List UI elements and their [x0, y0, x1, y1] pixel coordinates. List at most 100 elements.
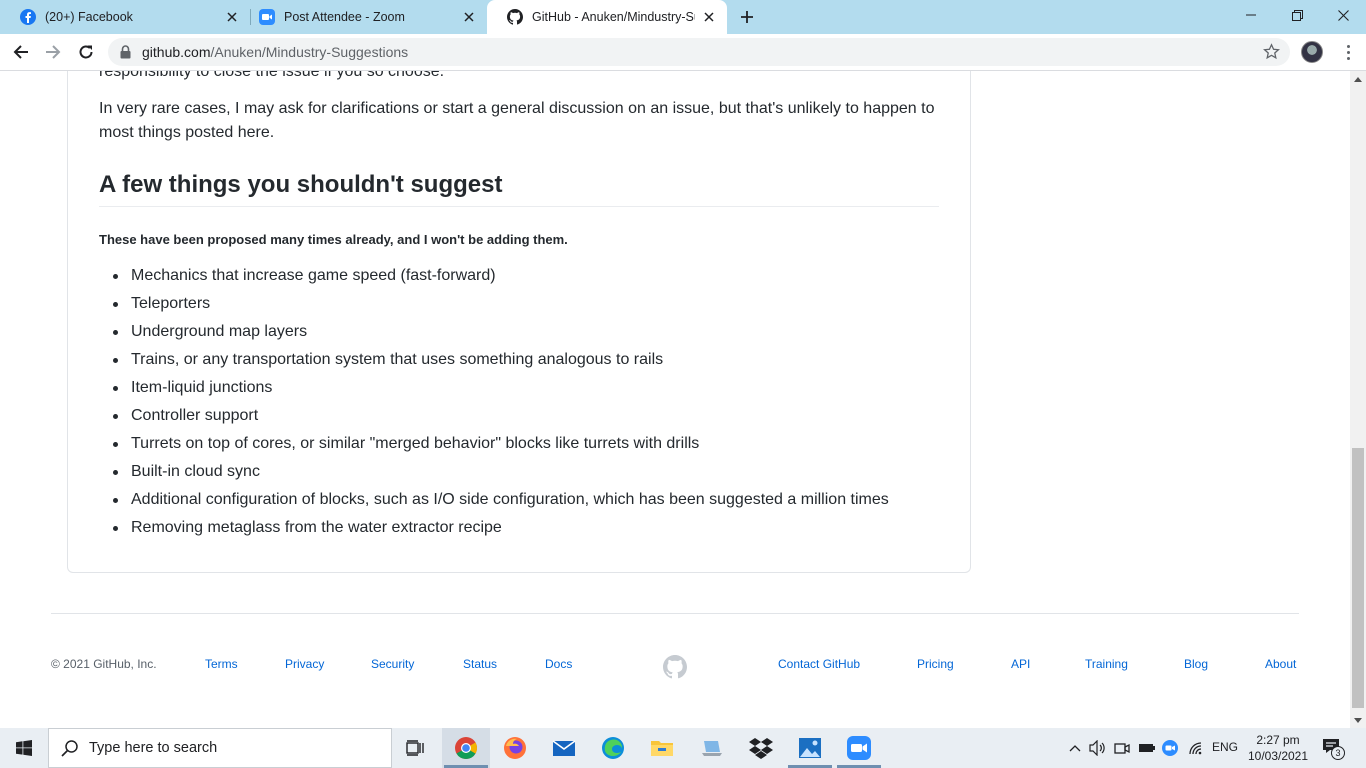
wifi-icon	[1189, 742, 1202, 755]
taskbar-chrome[interactable]	[442, 728, 490, 768]
github-icon	[507, 9, 523, 25]
close-icon	[1337, 9, 1349, 21]
footer-link-terms[interactable]: Terms	[205, 657, 238, 671]
list-item: Turrets on top of cores, or similar "mer…	[99, 430, 889, 458]
windows-logo-icon	[16, 740, 32, 756]
lock-icon[interactable]	[120, 45, 131, 59]
clock-time: 2:27 pm	[1256, 733, 1300, 747]
page-scrollbar[interactable]	[1350, 71, 1366, 728]
chevron-up-icon	[1069, 745, 1081, 752]
facebook-icon	[20, 9, 36, 25]
battery-button[interactable]	[1136, 728, 1158, 768]
notification-center-button[interactable]: 3	[1322, 738, 1345, 760]
bookmark-star-icon[interactable]	[1263, 43, 1280, 60]
arrow-left-icon	[13, 45, 28, 59]
tray-zoom[interactable]	[1160, 728, 1180, 768]
zoom-icon	[259, 9, 275, 25]
taskbar-mail[interactable]	[540, 728, 588, 768]
show-hidden-icons-button[interactable]	[1066, 728, 1084, 768]
volume-button[interactable]	[1088, 728, 1108, 768]
dropbox-icon	[749, 738, 773, 759]
footer-link-pricing[interactable]: Pricing	[917, 657, 954, 671]
taskbar-dropbox[interactable]	[737, 728, 785, 768]
photos-icon	[799, 738, 821, 758]
dot	[1346, 56, 1350, 60]
plus-icon	[741, 11, 753, 23]
taskbar-edge[interactable]	[589, 728, 637, 768]
new-tab-button[interactable]	[737, 7, 757, 27]
footer-link-security[interactable]: Security	[371, 657, 414, 671]
taskbar-photos[interactable]	[786, 728, 834, 768]
close-tab-icon[interactable]	[461, 9, 477, 25]
browser-menu-button[interactable]	[1338, 42, 1358, 62]
laptop-icon	[702, 741, 722, 756]
list-item: Removing metaglass from the water extrac…	[99, 514, 889, 542]
taskbar-zoom[interactable]	[835, 728, 883, 768]
triangle-up-icon	[1354, 76, 1362, 82]
dot	[1346, 44, 1350, 48]
zoom-icon	[847, 736, 871, 760]
footer-link-docs[interactable]: Docs	[545, 657, 572, 671]
system-clock[interactable]: 2:27 pm 10/03/2021	[1244, 732, 1312, 764]
restore-button[interactable]	[1274, 0, 1320, 30]
footer-link-privacy[interactable]: Privacy	[285, 657, 324, 671]
scroll-down-button[interactable]	[1350, 712, 1366, 728]
battery-icon	[1139, 744, 1155, 752]
close-window-button[interactable]	[1320, 0, 1366, 30]
site-footer: © 2021 GitHub, Inc. Terms Privacy Securi…	[51, 655, 1299, 679]
list-item: Controller support	[99, 402, 889, 430]
camera-icon	[1114, 743, 1130, 754]
minimize-icon	[1246, 14, 1256, 16]
list-item: Underground map layers	[99, 318, 889, 346]
tab-github[interactable]: GitHub - Anuken/Mindustry-Sugg	[487, 0, 727, 34]
footer-link-contact[interactable]: Contact GitHub	[778, 657, 860, 671]
taskbar-search-box[interactable]: Type here to search	[48, 728, 392, 768]
list-item: Additional configuration of blocks, such…	[99, 486, 889, 514]
minimize-button[interactable]	[1228, 0, 1274, 30]
footer-copyright: © 2021 GitHub, Inc.	[51, 657, 157, 671]
forward-button[interactable]	[40, 40, 66, 64]
tab-title: GitHub - Anuken/Mindustry-Sugg	[532, 10, 695, 24]
close-tab-icon[interactable]	[701, 9, 717, 25]
scroll-up-button[interactable]	[1350, 71, 1366, 87]
task-view-button[interactable]	[392, 728, 440, 768]
input-language[interactable]: ENG	[1212, 740, 1238, 754]
taskbar-laptop-app[interactable]	[688, 728, 736, 768]
tab-zoom[interactable]: Post Attendee - Zoom	[239, 0, 487, 34]
address-bar[interactable]: github.com/Anuken/Mindustry-Suggestions	[108, 38, 1290, 66]
taskbar-file-explorer[interactable]	[638, 728, 686, 768]
tray-camera-app[interactable]	[1112, 728, 1132, 768]
restore-icon	[1291, 9, 1303, 21]
zoom-tray-icon	[1162, 740, 1178, 756]
footer-link-api[interactable]: API	[1011, 657, 1030, 671]
close-tab-icon[interactable]	[224, 9, 240, 25]
mail-icon	[552, 740, 576, 756]
footer-link-about[interactable]: About	[1265, 657, 1296, 671]
footer-link-blog[interactable]: Blog	[1184, 657, 1208, 671]
list-item: Mechanics that increase game speed (fast…	[99, 262, 889, 290]
scrollbar-thumb[interactable]	[1352, 448, 1364, 708]
footer-link-status[interactable]: Status	[463, 657, 497, 671]
list-item: Item-liquid junctions	[99, 374, 889, 402]
github-mark-icon[interactable]	[663, 655, 687, 679]
search-placeholder: Type here to search	[89, 740, 218, 756]
url-text[interactable]: github.com/Anuken/Mindustry-Suggestions	[142, 44, 408, 60]
reload-button[interactable]	[73, 40, 99, 64]
back-button[interactable]	[8, 40, 34, 64]
edge-icon	[602, 737, 624, 759]
firefox-icon	[504, 737, 526, 759]
url-path: /Anuken/Mindustry-Suggestions	[210, 44, 409, 60]
heading-divider	[99, 206, 939, 207]
footer-link-training[interactable]: Training	[1085, 657, 1128, 671]
list-item: Built-in cloud sync	[99, 458, 889, 486]
list-item: Teleporters	[99, 290, 889, 318]
profile-avatar[interactable]	[1301, 41, 1323, 63]
readme-paragraph: In very rare cases, I may ask for clarif…	[99, 100, 935, 141]
notification-count: 3	[1331, 746, 1345, 760]
start-button[interactable]	[0, 728, 48, 768]
network-button[interactable]	[1184, 728, 1208, 768]
tab-facebook[interactable]: (20+) Facebook	[0, 0, 250, 34]
bold-note: These have been proposed many times alre…	[99, 232, 568, 247]
taskbar-firefox[interactable]	[491, 728, 539, 768]
chrome-icon	[455, 737, 477, 759]
